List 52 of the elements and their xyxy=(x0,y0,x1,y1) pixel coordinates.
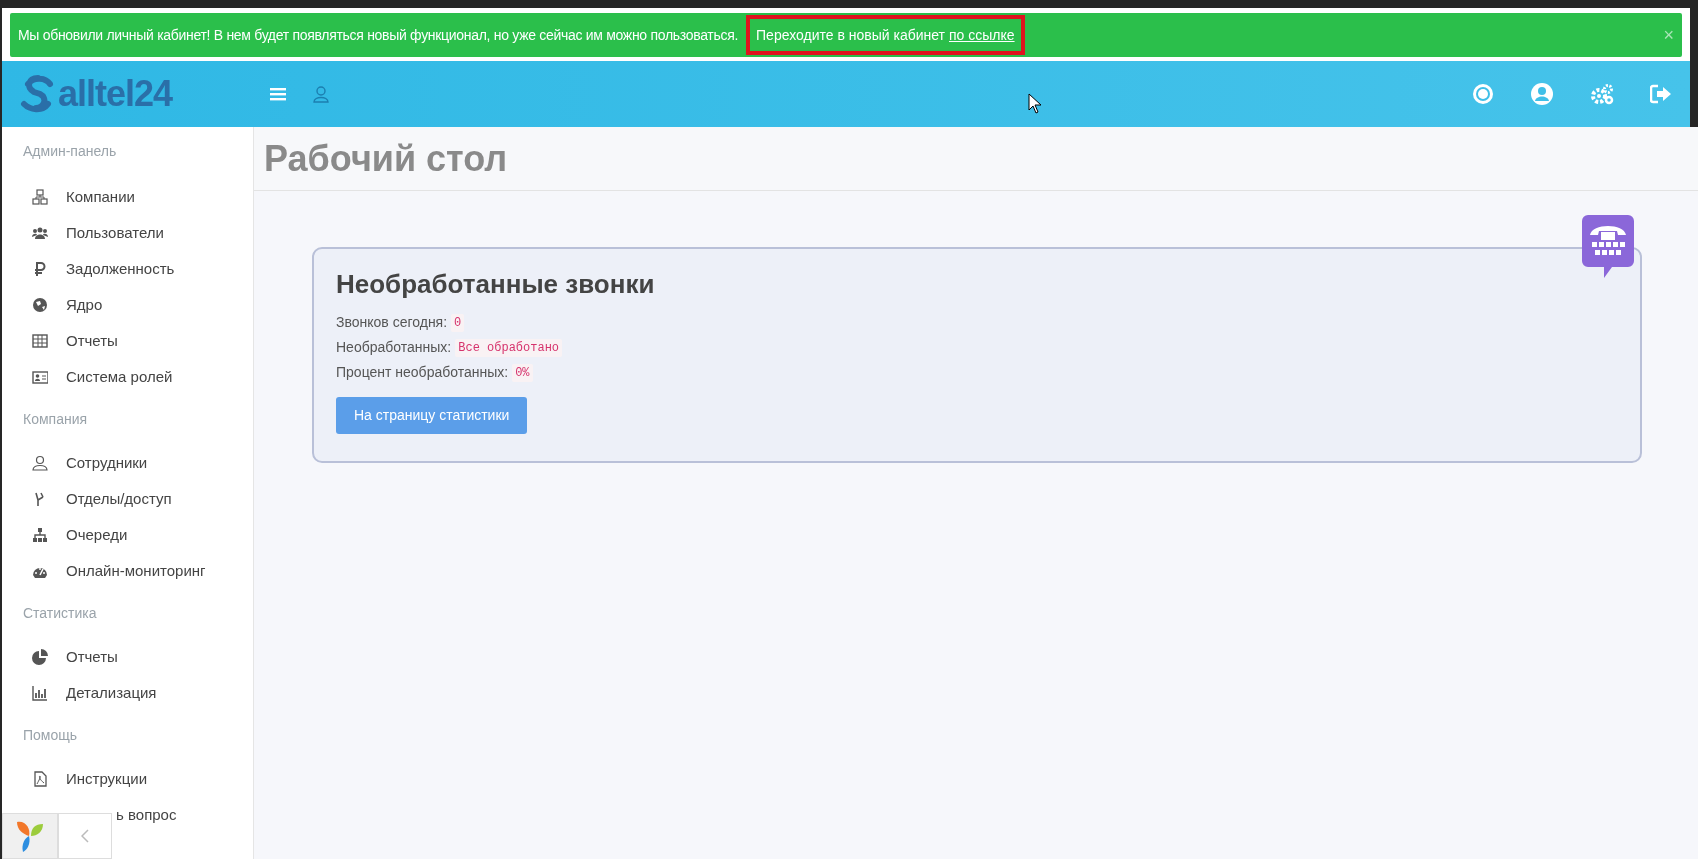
sidebar-item[interactable]: Отделы/доступ xyxy=(2,481,253,517)
pie-chart-icon xyxy=(32,649,48,665)
sidebar-item[interactable]: Отчеты xyxy=(2,323,253,359)
menu-icon[interactable] xyxy=(270,87,286,101)
id-card-icon xyxy=(32,369,48,385)
banner-prompt: Переходите в новый кабинет xyxy=(756,25,945,45)
ruble-icon xyxy=(32,261,48,277)
sidebar-item[interactable]: Детализация xyxy=(2,675,253,711)
logo-text: alltel24 xyxy=(58,76,173,112)
sidebar-item[interactable]: Задолженность xyxy=(2,251,253,287)
bar-chart-icon xyxy=(32,685,48,701)
sidebar-section-title: Админ-панель xyxy=(22,142,118,161)
stat-label: Необработанных: xyxy=(336,338,452,357)
stat-value: 0% xyxy=(512,363,533,382)
debug-toolbar-logo[interactable] xyxy=(2,813,58,859)
sidebar-item[interactable]: Ядро xyxy=(2,287,253,323)
pdf-file-icon xyxy=(32,771,48,787)
logo-swirl-icon xyxy=(20,74,56,114)
users-icon xyxy=(32,225,48,241)
stat-value: Все обработано xyxy=(455,338,563,357)
sidebar-item[interactable]: Система ролей xyxy=(2,359,253,395)
sitemap-icon xyxy=(32,189,48,205)
sidebar-item[interactable]: Отчеты xyxy=(2,639,253,675)
logout-icon[interactable] xyxy=(1650,84,1672,104)
collapse-toolbar-button[interactable] xyxy=(58,813,112,859)
stat-label: Звонков сегодня: xyxy=(336,313,448,332)
globe-icon xyxy=(32,297,48,313)
sidebar-item[interactable]: Очереди xyxy=(2,517,253,553)
stat-label: Процент необработанных: xyxy=(336,363,509,382)
banner-message: Мы обновили личный кабинет! В нем будет появляться новый функционал, но уже сейчас им можно пользоваться. xyxy=(18,25,739,45)
page-title: Рабочий стол xyxy=(264,136,508,181)
sidebar-item[interactable]: Онлайн-мониторинг xyxy=(2,553,253,589)
profile-icon[interactable] xyxy=(1530,82,1554,106)
stat-value: 0 xyxy=(451,313,465,332)
sidebar-item[interactable]: Пользователи xyxy=(2,215,253,251)
card-title: Необработанные звонки xyxy=(336,268,656,301)
sidebar-item[interactable]: Сотрудники xyxy=(2,445,253,481)
sidebar-section-title: Компания xyxy=(22,410,89,429)
user-icon[interactable] xyxy=(312,85,330,103)
sidebar-item[interactable]: Компании xyxy=(2,179,253,215)
sidebar-section-title: Статистика xyxy=(22,604,98,623)
sidebar-item[interactable]: ь вопрос xyxy=(116,797,177,833)
user-outline-icon xyxy=(32,455,48,471)
sidebar-item[interactable]: Инструкции xyxy=(2,761,253,797)
hierarchy-icon xyxy=(32,527,48,543)
record-icon[interactable] xyxy=(1472,83,1494,105)
cursor-icon xyxy=(1028,93,1042,115)
chevron-left-icon xyxy=(81,829,89,843)
table-icon xyxy=(32,333,48,349)
settings-icon[interactable] xyxy=(1590,83,1614,105)
sidebar-section-title: Помощь xyxy=(22,726,79,745)
phone-chat-icon xyxy=(1582,215,1634,279)
